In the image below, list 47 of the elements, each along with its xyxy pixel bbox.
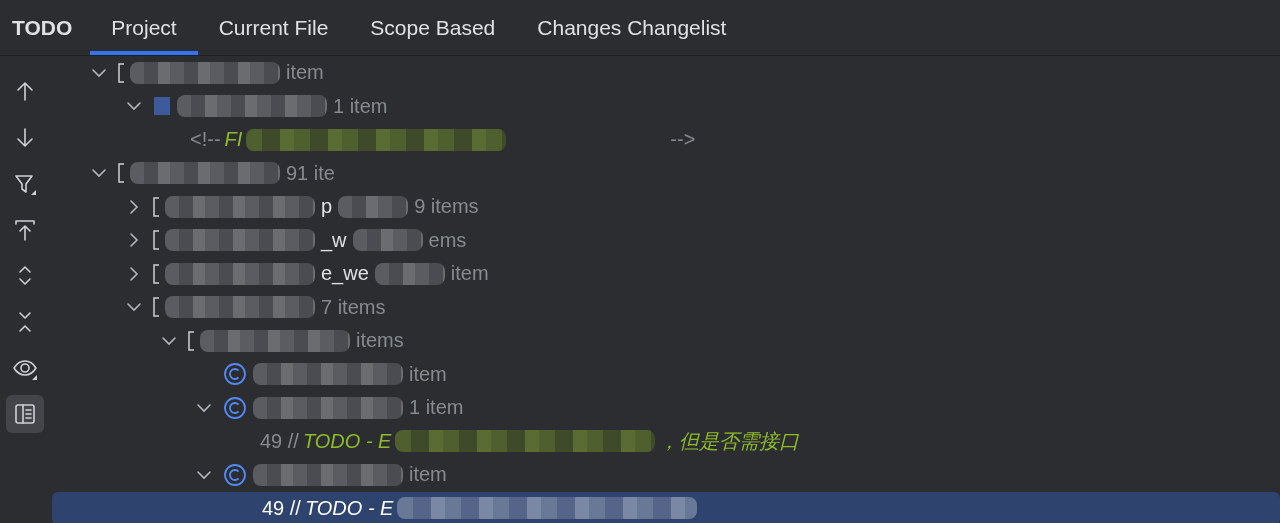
item-count: item — [450, 262, 489, 286]
bracket-icon — [188, 330, 194, 351]
item-count: 7 items — [321, 295, 386, 319]
item-count: 1 item — [333, 94, 388, 118]
bracket-icon — [153, 263, 159, 284]
tab[interactable]: Project — [90, 0, 198, 55]
todo-prefix: 49 // — [262, 496, 301, 520]
scroll-to-top-icon — [13, 218, 37, 242]
preview-panel-icon — [13, 402, 37, 426]
bracket-icon — [153, 297, 159, 318]
node-name: e_we — [321, 262, 369, 286]
bracket-icon — [118, 62, 124, 83]
todo-text: ，但是否需接口 — [659, 428, 800, 454]
tab[interactable]: Current File — [197, 0, 350, 55]
item-count: items — [356, 329, 404, 353]
redaction-blur — [352, 229, 423, 252]
item-count: item — [409, 463, 447, 487]
tab[interactable]: Scope Based — [349, 0, 517, 55]
panel-title: TODO — [12, 15, 73, 40]
file-icon — [153, 96, 171, 117]
bracket-icon — [153, 196, 159, 217]
item-count: 91 ite — [286, 161, 335, 185]
node-name: p — [321, 195, 333, 219]
todo-item[interactable]: 49 // TODO - E ，但是否需接口 — [260, 427, 800, 455]
todo-prefix: <!-- — [190, 128, 221, 152]
bracket-icon — [153, 230, 159, 251]
class-icon — [223, 395, 247, 420]
node-name: _w — [321, 228, 347, 252]
todo-text: TODO - E — [302, 429, 392, 453]
class-icon — [223, 362, 247, 387]
item-count: ems — [428, 228, 467, 252]
bracket-icon — [118, 163, 124, 184]
todo-text: --> — [670, 128, 696, 152]
redaction-blur — [374, 262, 445, 285]
todo-text: TODO - E — [304, 496, 394, 520]
item-count: 9 items — [414, 195, 479, 219]
todo-prefix: 49 // — [260, 429, 299, 453]
tab[interactable]: Changes Changelist — [516, 0, 748, 55]
item-count: 1 item — [409, 396, 464, 420]
filter-icon — [13, 172, 37, 196]
item-count: item — [409, 362, 447, 386]
todo-text: FI — [224, 128, 243, 152]
todo-item[interactable]: <!-- FI --> — [190, 128, 696, 152]
class-icon — [223, 462, 247, 487]
item-count: item — [286, 61, 324, 85]
redaction-blur — [338, 195, 409, 218]
preview-panel-button[interactable] — [6, 395, 44, 433]
